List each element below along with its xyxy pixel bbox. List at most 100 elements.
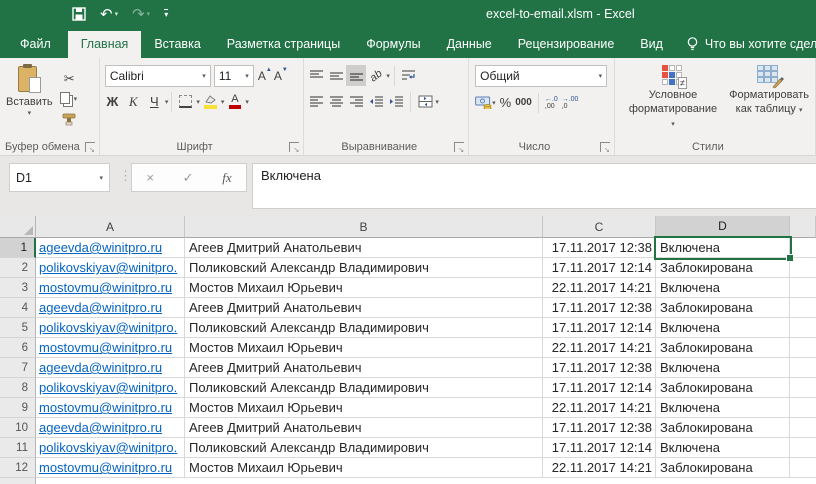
cell[interactable]: Заблокирована xyxy=(656,458,790,478)
email-link[interactable]: ageevda@winitpro.ru xyxy=(39,300,162,315)
cell[interactable] xyxy=(790,258,816,278)
cell[interactable] xyxy=(790,298,816,318)
row-header[interactable]: 12 xyxy=(0,458,36,478)
tab-review[interactable]: Рецензирование xyxy=(505,31,628,58)
enter-icon[interactable]: ✓ xyxy=(183,170,194,186)
dialog-launcher-icon[interactable] xyxy=(84,142,95,154)
number-format-combo[interactable]: Общий ▾ xyxy=(475,64,608,87)
cell[interactable]: Включена xyxy=(656,318,790,338)
conditional-formatting-button[interactable]: ≠ Условное форматирование ▾ xyxy=(625,62,721,139)
cell[interactable]: Включена xyxy=(656,278,790,298)
cell[interactable]: 17.11.2017 12:38 xyxy=(543,298,656,318)
percent-style-button[interactable]: % xyxy=(500,95,512,110)
column-header-e-partial[interactable] xyxy=(790,216,816,238)
cell[interactable]: ageevda@winitpro.ru xyxy=(36,358,185,378)
cell[interactable] xyxy=(790,458,816,478)
cell[interactable]: 17.11.2017 12:38 xyxy=(543,238,656,258)
cell[interactable]: Поликовский Александр Владимирович xyxy=(185,258,543,278)
column-header-a[interactable]: A xyxy=(36,216,185,238)
cell[interactable]: Включена xyxy=(656,438,790,458)
email-link[interactable]: mostovmu@winitpro.ru xyxy=(39,280,172,295)
chevron-down-icon[interactable]: ▾ xyxy=(435,98,439,106)
chevron-down-icon[interactable]: ▾ xyxy=(386,72,390,80)
tab-insert[interactable]: Вставка xyxy=(141,31,213,58)
cell[interactable]: ageevda@winitpro.ru xyxy=(36,238,185,258)
merge-center-button[interactable] xyxy=(415,91,435,112)
accounting-format-button[interactable]: ▾ xyxy=(475,96,496,109)
cell[interactable]: 17.11.2017 12:38 xyxy=(543,358,656,378)
row-header[interactable]: 9 xyxy=(0,398,36,418)
shrink-font-button[interactable]: А ▼ xyxy=(274,67,288,83)
select-all-corner[interactable] xyxy=(0,216,36,238)
align-bottom-button[interactable] xyxy=(346,65,367,86)
cell[interactable]: Мостов Михаил Юрьевич xyxy=(185,398,543,418)
cell[interactable]: Мостов Михаил Юрьевич xyxy=(185,278,543,298)
cell[interactable] xyxy=(790,338,816,358)
cell[interactable]: Поликовский Александр Владимирович xyxy=(185,318,543,338)
row-header[interactable]: 4 xyxy=(0,298,36,318)
tab-file[interactable]: Файл xyxy=(3,31,68,58)
cell[interactable]: Мостов Михаил Юрьевич xyxy=(185,458,543,478)
cell[interactable]: mostovmu@winitpro.ru xyxy=(36,458,185,478)
fill-color-button[interactable] xyxy=(200,91,221,112)
chevron-down-icon[interactable]: ▾ xyxy=(165,98,169,106)
dialog-launcher-icon[interactable] xyxy=(599,142,610,154)
cell[interactable]: mostovmu@winitpro.ru xyxy=(36,278,185,298)
cell[interactable]: 22.11.2017 14:21 xyxy=(543,398,656,418)
cell[interactable]: 22.11.2017 14:21 xyxy=(543,458,656,478)
cell[interactable]: Заблокирована xyxy=(656,338,790,358)
tab-data[interactable]: Данные xyxy=(434,31,505,58)
row-header[interactable]: 10 xyxy=(0,418,36,438)
cell[interactable] xyxy=(790,238,816,258)
borders-button[interactable] xyxy=(175,91,196,112)
cell[interactable]: polikovskiyav@winitpro. xyxy=(36,378,185,398)
row-header[interactable]: 1 xyxy=(0,238,36,258)
email-link[interactable]: polikovskiyav@winitpro. xyxy=(39,440,177,455)
row-header[interactable]: 5 xyxy=(0,318,36,338)
chevron-down-icon[interactable]: ▾ xyxy=(245,98,249,106)
email-link[interactable]: ageevda@winitpro.ru xyxy=(39,420,162,435)
tab-home[interactable]: Главная xyxy=(67,31,142,58)
cell[interactable]: 22.11.2017 14:21 xyxy=(543,338,656,358)
row-header[interactable]: 6 xyxy=(0,338,36,358)
font-color-button[interactable]: А xyxy=(224,91,245,112)
row-header[interactable] xyxy=(0,478,36,484)
cancel-icon[interactable]: × xyxy=(146,170,154,185)
cell[interactable]: Заблокирована xyxy=(656,378,790,398)
chevron-down-icon[interactable]: ▾ xyxy=(115,10,119,18)
paste-button[interactable]: Вставить ▾ xyxy=(2,62,57,139)
align-top-button[interactable] xyxy=(306,65,326,86)
comma-style-button[interactable]: 000 xyxy=(515,97,532,108)
formula-input[interactable]: Включена xyxy=(252,163,816,209)
row-header[interactable]: 8 xyxy=(0,378,36,398)
cell[interactable]: Агеев Дмитрий Анатольевич xyxy=(185,238,543,258)
cell[interactable]: Заблокирована xyxy=(656,418,790,438)
cell[interactable]: polikovskiyav@winitpro. xyxy=(36,318,185,338)
email-link[interactable]: mostovmu@winitpro.ru xyxy=(39,400,172,415)
row-header[interactable]: 2 xyxy=(0,258,36,278)
cell[interactable]: Заблокирована xyxy=(656,258,790,278)
cell[interactable]: mostovmu@winitpro.ru xyxy=(36,338,185,358)
cell[interactable]: 17.11.2017 12:14 xyxy=(543,378,656,398)
active-cell[interactable]: Включена xyxy=(656,238,790,258)
increase-indent-button[interactable] xyxy=(386,91,406,112)
cell[interactable]: Агеев Дмитрий Анатольевич xyxy=(185,358,543,378)
cell[interactable]: 22.11.2017 14:21 xyxy=(543,278,656,298)
email-link[interactable]: mostovmu@winitpro.ru xyxy=(39,460,172,475)
font-name-combo[interactable]: Calibri ▾ xyxy=(104,64,211,87)
column-header-b[interactable]: B xyxy=(185,216,543,238)
orientation-button[interactable]: ab xyxy=(366,65,386,86)
email-link[interactable]: polikovskiyav@winitpro. xyxy=(39,380,177,395)
cell[interactable]: ageevda@winitpro.ru xyxy=(36,418,185,438)
email-link[interactable]: polikovskiyav@winitpro. xyxy=(39,320,177,335)
column-header-c[interactable]: C xyxy=(543,216,656,238)
cell[interactable]: Включена xyxy=(656,398,790,418)
align-left-button[interactable] xyxy=(306,91,326,112)
customize-qat-icon[interactable]: ▾ xyxy=(164,9,169,19)
cell[interactable]: Агеев Дмитрий Анатольевич xyxy=(185,418,543,438)
name-box[interactable]: D1 ▾ xyxy=(9,163,110,192)
cell[interactable]: Поликовский Александр Владимирович xyxy=(185,438,543,458)
cell[interactable]: Заблокирована xyxy=(656,298,790,318)
cell[interactable]: polikovskiyav@winitpro. xyxy=(36,438,185,458)
email-link[interactable]: ageevda@winitpro.ru xyxy=(39,360,162,375)
